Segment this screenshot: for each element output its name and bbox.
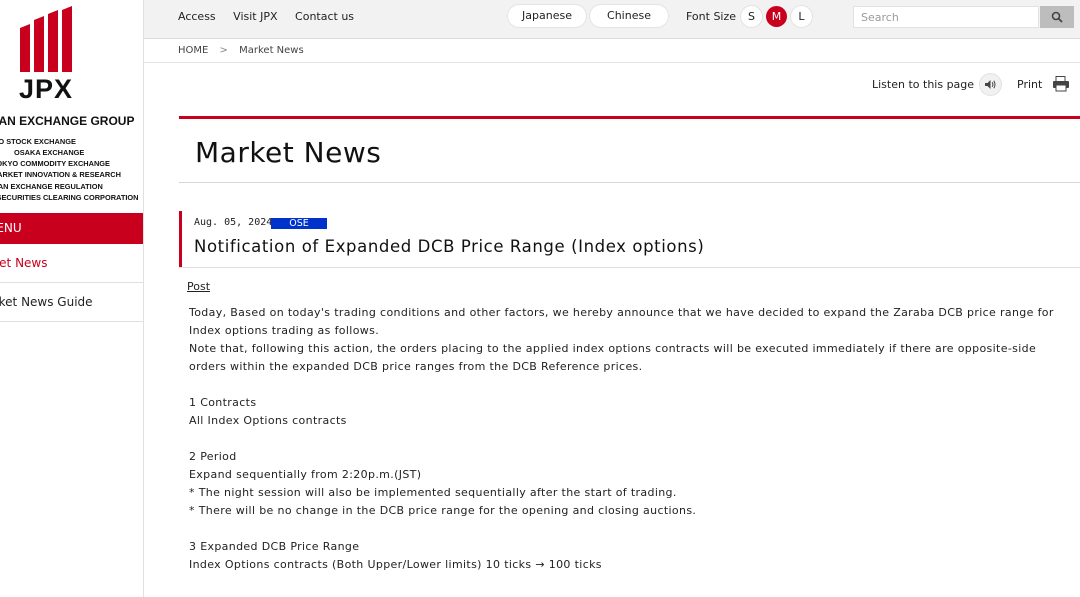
jpx-logo-text[interactable]: JPX [19, 74, 73, 105]
search-button[interactable] [1040, 6, 1074, 28]
page-title: Market News [195, 136, 382, 169]
section-line: * The night session will also be impleme… [189, 486, 677, 499]
visit-jpx-link[interactable]: Visit JPX [233, 10, 277, 23]
search-icon [1051, 11, 1063, 23]
printer-icon[interactable] [1052, 76, 1070, 92]
group-company[interactable]: JAPAN EXCHANGE REGULATION [0, 182, 103, 191]
article-date: Aug. 05, 2024 [194, 217, 273, 228]
section-line: * There will be no change in the DCB pri… [189, 504, 697, 517]
top-bar: Access Visit JPX Contact us Japanese Chi… [144, 0, 1080, 39]
font-size-label: Font Size [686, 10, 737, 23]
exchange-tag: OSE [271, 218, 327, 229]
heading-bottom-rule [179, 182, 1080, 183]
section-heading: 1 Contracts [189, 396, 257, 409]
group-company[interactable]: JAPAN SECURITIES CLEARING CORPORATION [0, 193, 139, 202]
section-line: All Index Options contracts [189, 414, 347, 427]
section-line: Index Options contracts (Both Upper/Lowe… [189, 558, 602, 571]
group-company[interactable]: OSAKA EXCHANGE [14, 148, 84, 157]
section-line: Expand sequentially from 2:20p.m.(JST) [189, 468, 422, 481]
jpx-logo-icon[interactable] [18, 6, 82, 72]
access-link[interactable]: Access [178, 10, 216, 23]
breadcrumb-home-link[interactable]: HOME [178, 45, 208, 56]
font-size-small-button[interactable]: S [741, 6, 762, 27]
breadcrumb-current: Market News [239, 45, 304, 56]
article-body: Today, Based on today's trading conditio… [189, 304, 1074, 574]
sidebar-item-market-news-guide[interactable]: Market News Guide [0, 283, 143, 322]
article-intro: Today, Based on today's trading conditio… [189, 306, 1054, 337]
sidebar-item-label: Market News [0, 256, 48, 270]
print-link[interactable]: Print [1017, 78, 1042, 91]
sidebar-item-label: Market News Guide [0, 295, 93, 309]
article-title: Notification of Expanded DCB Price Range… [194, 237, 705, 256]
article-accent-bar [179, 211, 182, 267]
japanese-language-button[interactable]: Japanese [508, 5, 586, 27]
font-size-medium-button[interactable]: M [766, 6, 787, 27]
chinese-language-button[interactable]: Chinese [590, 5, 668, 27]
group-company[interactable]: TOKYO STOCK EXCHANGE [0, 137, 76, 146]
post-label: Post [187, 280, 211, 293]
heading-top-rule [179, 116, 1080, 119]
menu-header[interactable]: MENU [0, 213, 143, 244]
search-input[interactable] [853, 6, 1039, 28]
listen-to-page-link[interactable]: Listen to this page [872, 78, 974, 91]
breadcrumb: HOME > Market News [144, 39, 1080, 63]
article-note: Note that, following this action, the or… [189, 342, 1037, 373]
group-name: JAPAN EXCHANGE GROUP [0, 114, 135, 128]
sidebar-item-market-news[interactable]: Market News [0, 244, 143, 283]
group-company[interactable]: TOKYO COMMODITY EXCHANGE [0, 159, 110, 168]
breadcrumb-separator: > [219, 45, 228, 56]
article-divider [179, 267, 1080, 268]
section-heading: 3 Expanded DCB Price Range [189, 540, 360, 553]
top-links: Access Visit JPX Contact us [178, 10, 368, 23]
menu-label: MENU [0, 221, 22, 235]
group-company[interactable]: JPX MARKET INNOVATION & RESEARCH [0, 170, 121, 179]
speaker-icon[interactable] [980, 74, 1001, 95]
font-size-large-button[interactable]: L [791, 6, 812, 27]
contact-us-link[interactable]: Contact us [295, 10, 354, 23]
sidebar: JPX JAPAN EXCHANGE GROUP TOKYO STOCK EXC… [0, 0, 144, 597]
section-heading: 2 Period [189, 450, 237, 463]
